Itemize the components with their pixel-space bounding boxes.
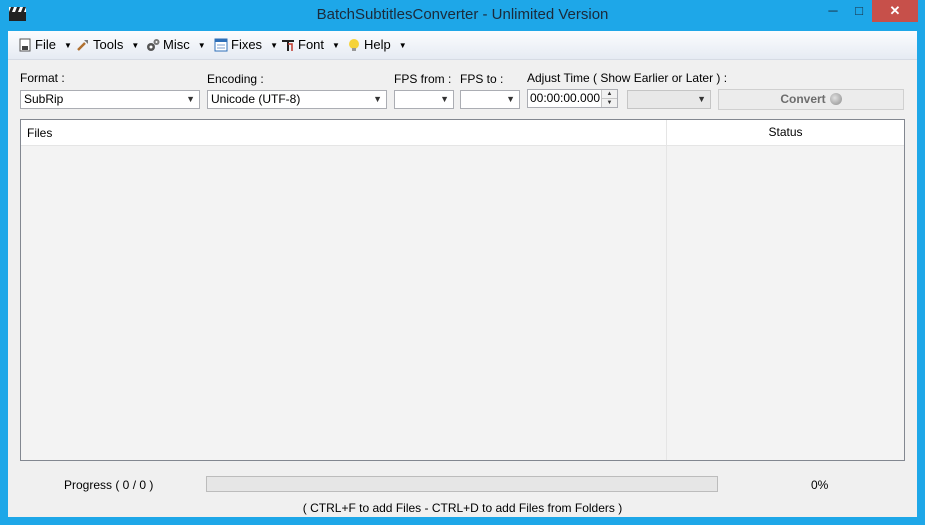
column-divider[interactable] — [666, 120, 667, 460]
lightbulb-icon — [349, 39, 359, 51]
column-header-status[interactable]: Status — [667, 120, 904, 145]
format-select[interactable]: SubRip ▼ — [20, 90, 200, 109]
adjust-direction-select[interactable]: ▼ — [627, 90, 711, 109]
menu-fixes[interactable]: Fixes ▼ — [214, 36, 278, 54]
menu-misc[interactable]: Misc ▼ — [146, 36, 206, 54]
chevron-down-icon: ▼ — [197, 41, 206, 50]
progress-bar — [206, 476, 718, 492]
menu-help-label: Help — [364, 37, 391, 52]
status-column-area — [667, 146, 904, 460]
menu-font[interactable]: Font ▼ — [281, 36, 340, 54]
convert-button[interactable]: Convert — [718, 89, 904, 110]
chevron-down-icon: ▼ — [373, 94, 382, 104]
fps-from-label: FPS from : — [394, 72, 452, 86]
window-title: BatchSubtitlesConverter - Unlimited Vers… — [316, 6, 609, 23]
file-list[interactable]: Files Status — [20, 119, 905, 461]
menu-misc-label: Misc — [163, 37, 190, 52]
progress-percent: 0% — [811, 478, 829, 492]
menu-file-label: File — [35, 37, 56, 52]
chevron-down-icon: ▼ — [131, 41, 140, 50]
adjust-time-stepper[interactable]: 00:00:00.000 ▲ ▼ — [527, 89, 618, 108]
client-area: File ▼ Tools ▼ Misc ▼ Fixes ▼ Font ▼ Help ▼ Fo… — [8, 31, 917, 517]
chevron-down-icon: ▼ — [506, 94, 515, 104]
file-icon — [19, 38, 31, 52]
chevron-down-icon: ▼ — [697, 94, 706, 104]
adjust-time-label: Adjust Time ( Show Earlier or Later ) : — [527, 71, 728, 85]
stepper-down-icon[interactable]: ▼ — [601, 99, 617, 107]
menu-bar: File ▼ Tools ▼ Misc ▼ Fixes ▼ Font ▼ Help ▼ — [8, 31, 917, 60]
close-button[interactable]: ✕ — [872, 0, 918, 22]
fps-to-label: FPS to : — [460, 72, 504, 86]
shortcut-hint: ( CTRL+F to add Files - CTRL+D to add Fi… — [302, 501, 623, 515]
minimize-button[interactable]: ─ — [820, 0, 846, 22]
chevron-down-icon: ▼ — [63, 41, 72, 50]
menu-help[interactable]: Help ▼ — [347, 36, 407, 54]
gears-icon — [147, 39, 160, 51]
adjust-time-value: 00:00:00.000 — [530, 91, 601, 105]
format-select-value: SubRip — [24, 92, 64, 106]
list-header: Files Status — [21, 120, 904, 146]
encoding-select[interactable]: Unicode (UTF-8) ▼ — [207, 90, 387, 109]
chevron-down-icon: ▼ — [332, 41, 340, 50]
chevron-down-icon: ▼ — [440, 94, 449, 104]
app-window: BatchSubtitlesConverter - Unlimited Vers… — [0, 0, 925, 525]
menu-file[interactable]: File ▼ — [18, 36, 72, 54]
gear-icon — [829, 93, 842, 105]
encoding-select-value: Unicode (UTF-8) — [211, 92, 301, 106]
menu-fixes-label: Fixes — [231, 37, 263, 52]
chevron-down-icon: ▼ — [270, 41, 278, 50]
chevron-down-icon: ▼ — [186, 94, 195, 104]
format-label: Format : — [20, 71, 65, 85]
column-header-files[interactable]: Files — [27, 126, 52, 140]
menu-font-label: Font — [298, 37, 325, 52]
fps-from-select[interactable]: ▼ — [394, 90, 454, 109]
stepper-up-icon[interactable]: ▲ — [601, 90, 617, 99]
list-body[interactable] — [21, 146, 904, 460]
chevron-down-icon: ▼ — [398, 41, 407, 50]
maximize-button[interactable]: □ — [846, 0, 872, 22]
title-bar[interactable]: BatchSubtitlesConverter - Unlimited Vers… — [0, 0, 925, 31]
fps-to-select[interactable]: ▼ — [460, 90, 520, 109]
convert-button-label: Convert — [780, 92, 826, 106]
tools-icon — [77, 40, 88, 51]
fixes-icon — [214, 38, 228, 52]
menu-tools-label: Tools — [93, 37, 124, 52]
progress-label: Progress ( 0 / 0 ) — [64, 478, 154, 492]
encoding-label: Encoding : — [207, 72, 264, 86]
menu-tools[interactable]: Tools ▼ — [76, 36, 139, 54]
font-icon — [282, 40, 294, 51]
